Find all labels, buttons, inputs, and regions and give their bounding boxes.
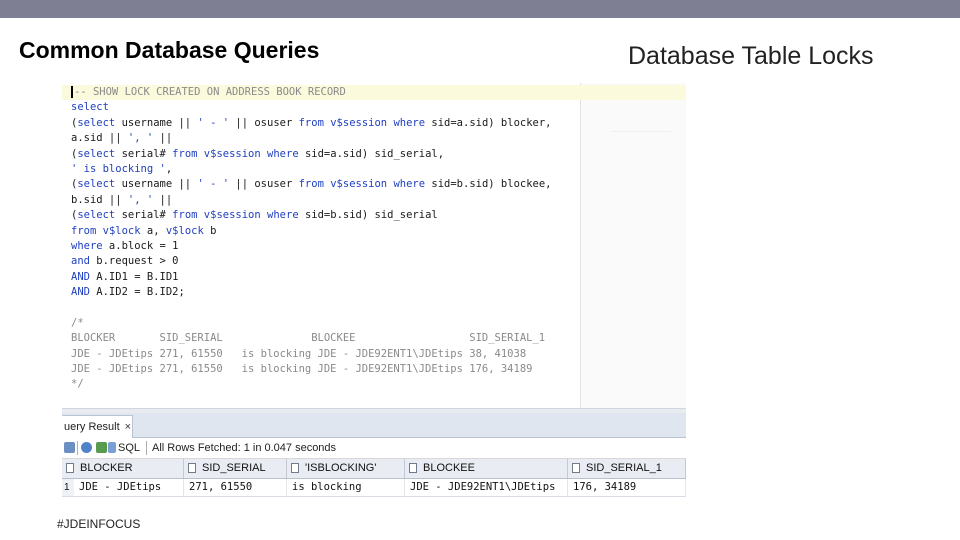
code-line: AND A.ID1 = B.ID1 [71, 270, 179, 283]
code-line: */ [71, 378, 84, 391]
sql-keyword: AND [71, 270, 90, 283]
toolbar-divider [146, 441, 147, 455]
sql-keyword: AND [71, 286, 90, 299]
column-header[interactable]: SID_SERIAL [184, 459, 287, 478]
sql-keyword: from [71, 224, 97, 237]
column-header-label: SID_SERIAL [202, 462, 266, 474]
top-accent-bar [0, 0, 960, 18]
sql-keyword: ', ' [127, 132, 154, 145]
column-header[interactable]: SID_SERIAL_1 [568, 459, 686, 478]
row-number: 1 [62, 479, 74, 496]
footer-hashtag: #JDEINFOCUS [57, 517, 141, 531]
column-header-label: SID_SERIAL_1 [586, 462, 662, 474]
sql-button[interactable]: SQL [118, 441, 140, 455]
tab-query-result[interactable]: uery Result × [62, 415, 133, 438]
code-line: and b.request > 0 [71, 255, 179, 268]
sql-keyword: ' - ' [197, 116, 230, 129]
column-header[interactable]: 'ISBLOCKING' [287, 459, 405, 478]
column-header-label: BLOCKER [80, 462, 133, 474]
column-type-icon [291, 463, 299, 474]
pin-icon[interactable] [64, 442, 75, 453]
tab-query-result-label: uery Result [64, 421, 120, 433]
sql-keyword: v$lock [102, 224, 141, 237]
sql-keyword: where [71, 239, 103, 252]
sql-keyword: from [172, 209, 198, 222]
sql-keyword: from [298, 178, 324, 191]
sql-keyword: v$session [203, 147, 261, 160]
column-header-label: BLOCKEE [423, 462, 475, 474]
column-type-icon [409, 463, 417, 474]
sql-keyword: ' is blocking ' [71, 162, 166, 175]
sql-keyword: where [267, 147, 299, 160]
code-line: (select username || ' - ' || osuser from… [71, 178, 552, 191]
code-line: where a.block = 1 [71, 239, 179, 252]
code-line: AND A.ID2 = B.ID2; [71, 286, 185, 299]
sql-keyword: v$session [330, 178, 388, 191]
code-line: JDE - JDEtips 271, 61550 is blocking JDE… [71, 363, 533, 376]
text-cursor [71, 86, 73, 98]
toolbar-divider [77, 441, 78, 455]
code-line: select [71, 100, 686, 115]
results-tabbar: uery Result × [62, 413, 686, 438]
sql-keyword: v$lock [165, 224, 204, 237]
sql-keyword: where [267, 209, 299, 222]
sql-keyword: ', ' [127, 193, 154, 206]
table-cell[interactable]: is blocking [287, 479, 405, 496]
code-line: /* [71, 316, 84, 329]
table-cell[interactable]: 176, 34189 [568, 479, 686, 496]
column-header-label: 'ISBLOCKING' [305, 462, 377, 474]
column-type-icon [66, 463, 74, 474]
code-line: a.sid || ', ' || [71, 132, 173, 145]
close-icon[interactable]: × [125, 421, 131, 433]
column-type-icon [572, 463, 580, 474]
sql-developer-screenshot: -- SHOW LOCK CREATED ON ADDRESS BOOK REC… [62, 83, 686, 500]
sql-keyword: select [77, 116, 116, 129]
table-cell[interactable]: 271, 61550 [184, 479, 287, 496]
code-line: (select serial# from v$session where sid… [71, 147, 445, 160]
table-cell[interactable]: JDE - JDE92ENT1\JDEtips [405, 479, 568, 496]
code-line: BLOCKER SID_SERIAL BLOCKEE SID_SERIAL_1 [71, 332, 546, 345]
code-line: ' is blocking ', [71, 162, 173, 175]
sql-keyword: ' - ' [197, 178, 230, 191]
results-toolbar: SQL All Rows Fetched: 1 in 0.047 seconds [62, 438, 686, 459]
column-header[interactable]: BLOCKER [62, 459, 184, 478]
sql-icon[interactable] [108, 442, 116, 453]
sql-editor[interactable]: -- SHOW LOCK CREATED ON ADDRESS BOOK REC… [62, 83, 686, 408]
column-type-icon [188, 463, 196, 474]
fetch-status: All Rows Fetched: 1 in 0.047 seconds [152, 442, 337, 454]
code-line: (select serial# from v$session where sid… [71, 209, 438, 222]
code-line: (select username || ' - ' || osuser from… [71, 116, 552, 129]
code-line: b.sid || ', ' || [71, 193, 173, 206]
sql-keyword: v$session [203, 209, 261, 222]
refresh-icon[interactable] [81, 442, 92, 453]
code-line: JDE - JDEtips 271, 61550 is blocking JDE… [71, 347, 527, 360]
export-icon[interactable] [96, 442, 107, 453]
sql-keyword: from [298, 116, 324, 129]
sql-keyword: and [71, 255, 90, 268]
slide-title-left: Common Database Queries [19, 37, 320, 63]
sql-keyword: select [77, 209, 116, 222]
code-line: from v$lock a, v$lock b [71, 224, 217, 237]
table-row[interactable]: 1 JDE - JDEtips 271, 61550 is blocking JDE -… [62, 479, 686, 497]
sql-keyword: where [393, 178, 426, 191]
table-cell[interactable]: JDE - JDEtips [74, 479, 184, 496]
sql-code[interactable]: -- SHOW LOCK CREATED ON ADDRESS BOOK REC… [62, 85, 686, 393]
sql-keyword: select [77, 178, 116, 191]
sql-keyword: select [71, 101, 109, 114]
editor-gutter [62, 83, 70, 408]
results-grid-header: BLOCKER SID_SERIAL 'ISBLOCKING' BLOCKEE SID_… [62, 459, 686, 479]
slide-title-right: Database Table Locks [628, 42, 874, 70]
code-line: -- SHOW LOCK CREATED ON ADDRESS BOOK REC… [62, 85, 686, 101]
sql-keyword: select [77, 147, 116, 160]
sql-keyword: v$session [330, 116, 388, 129]
column-header[interactable]: BLOCKEE [405, 459, 568, 478]
sql-keyword: from [172, 147, 198, 160]
sql-keyword: where [393, 116, 426, 129]
